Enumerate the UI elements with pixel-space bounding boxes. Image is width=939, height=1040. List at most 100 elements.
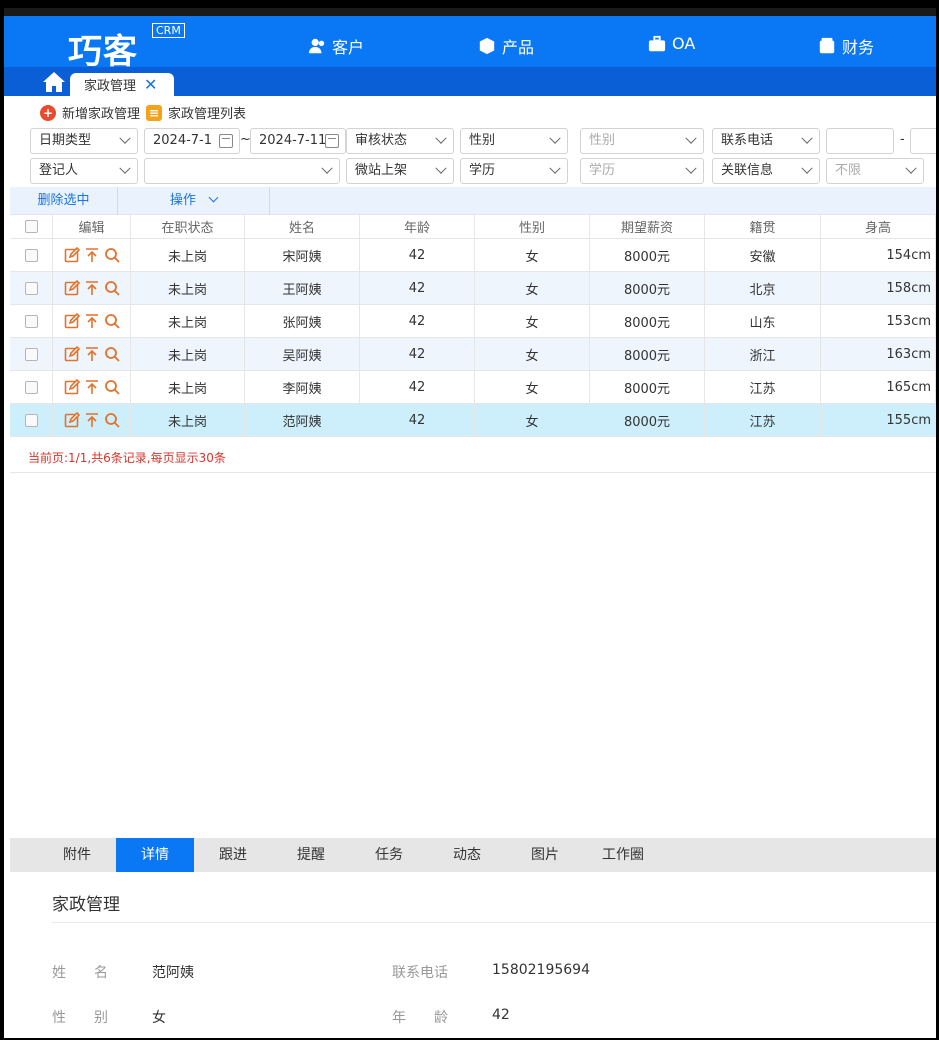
cell-status: 未上岗 [131,272,245,304]
pin-top-icon[interactable] [84,247,100,263]
related-info-select[interactable]: 关联信息 [712,158,820,184]
registrant-value-select[interactable] [144,158,340,184]
cell-height: 155cm [821,404,936,436]
range-from-input[interactable] [826,128,894,154]
search-icon[interactable] [104,313,120,329]
unlimited-select[interactable]: 不限 [826,158,924,184]
cell-status: 未上岗 [131,338,245,370]
tab-household-management[interactable]: 家政管理 ✕ [70,73,174,96]
table-row[interactable]: 未上岗 吴阿姨 42 女 8000元 浙江 163cm [10,338,936,371]
calendar-icon [325,134,339,148]
cell-height: 165cm [821,371,936,403]
registrant-select[interactable]: 登记人 [30,158,138,184]
table-header-row: 编辑 在职状态 姓名 年龄 性别 期望薪资 籍贯 身高 [10,215,936,239]
edit-icon[interactable] [64,378,80,395]
column-header: 编辑 [53,215,131,238]
row-actions-cell [53,272,131,304]
education-select-2[interactable]: 学历 [580,158,704,184]
wallet-icon [819,37,835,54]
row-actions-cell [53,338,131,370]
detail-value-gender: 女 [152,1010,166,1026]
chevron-down-icon [549,132,561,144]
search-icon[interactable] [104,379,120,395]
edit-icon[interactable] [64,312,80,329]
add-household-button[interactable]: 新增家政管理 [62,103,140,122]
detail-title: 家政管理 [52,895,120,915]
tab-bar: 家政管理 ✕ [4,67,936,96]
detail-label-age: 年 龄 [392,1010,448,1026]
edit-icon[interactable] [64,246,80,263]
wechat-listing-select[interactable]: 微站上架 [346,158,454,184]
delete-selected-button[interactable]: 删除选中 [10,187,118,215]
detail-tab[interactable]: 任务 [350,838,428,872]
detail-label-phone: 联系电话 [392,965,448,981]
date-type-value: 日期类型 [39,133,92,148]
gender-select[interactable]: 性别 [460,128,568,154]
row-actions-cell [53,239,131,271]
briefcase-icon [648,35,666,51]
nav-finance[interactable]: 财务 [818,34,874,58]
cell-age: 42 [360,404,475,436]
phone-select[interactable]: 联系电话 [712,128,820,154]
app-logo[interactable]: 巧客 [68,24,138,73]
edit-icon[interactable] [64,279,80,296]
registrant-label: 登记人 [39,163,79,178]
chevron-down-icon [801,132,813,144]
nav-product[interactable]: 产品 [478,34,534,58]
cell-origin: 江苏 [705,404,821,436]
gender-value: 性别 [469,133,496,148]
audit-status-select[interactable]: 审核状态 [346,128,454,154]
date-from-input[interactable]: 2024-7-1 [144,128,240,154]
pin-top-icon[interactable] [84,313,100,329]
cell-gender: 女 [475,338,590,370]
close-icon[interactable]: ✕ [144,75,157,94]
row-checkbox[interactable] [24,248,38,262]
pin-top-icon[interactable] [84,412,100,428]
education-select[interactable]: 学历 [460,158,568,184]
date-to-input[interactable]: 2024-7-11 [250,128,346,154]
table-row[interactable]: 未上岗 张阿姨 42 女 8000元 山东 153cm [10,305,936,338]
pin-top-icon[interactable] [84,379,100,395]
search-icon[interactable] [104,346,120,362]
column-header: 性别 [475,215,590,238]
detail-tab[interactable]: 跟进 [194,838,272,872]
range-to-input[interactable] [910,128,936,154]
table-row[interactable]: 未上岗 宋阿姨 42 女 8000元 安徽 154cm [10,239,936,272]
edit-icon[interactable] [64,345,80,362]
table-row[interactable]: 未上岗 李阿姨 42 女 8000元 江苏 165cm [10,371,936,404]
detail-tab[interactable]: 图片 [506,838,584,872]
search-icon[interactable] [104,280,120,296]
row-checkbox[interactable] [24,281,38,295]
nav-oa[interactable]: OA [648,34,695,53]
row-checkbox[interactable] [24,314,38,328]
nav-customer[interactable]: 客户 [308,34,364,58]
edit-icon[interactable] [64,411,80,428]
detail-tab[interactable]: 附件 [38,838,116,872]
nav-product-label: 产品 [502,38,535,57]
pin-top-icon[interactable] [84,280,100,296]
search-icon[interactable] [104,412,120,428]
home-icon[interactable] [42,71,66,93]
pin-top-icon[interactable] [84,346,100,362]
cell-age: 42 [360,338,475,370]
detail-tab[interactable]: 提醒 [272,838,350,872]
operations-dropdown[interactable]: 操作 [118,187,270,215]
row-checkbox[interactable] [24,413,38,427]
row-actions-cell [53,305,131,337]
search-icon[interactable] [104,247,120,263]
list-icon: ≡ [146,104,163,121]
detail-tab[interactable]: 工作圈 [584,838,662,872]
table-row[interactable]: 未上岗 范阿姨 42 女 8000元 江苏 155cm [10,404,936,437]
gender-select-2[interactable]: 性别 [580,128,704,154]
chevron-down-icon [549,162,561,174]
top-nav-bar: 巧客 CRM 客户 产品 OA 财务 [4,8,936,72]
table-row[interactable]: 未上岗 王阿姨 42 女 8000元 北京 158cm [10,272,936,305]
detail-tab[interactable]: 详情 [116,838,194,872]
select-all-checkbox[interactable] [24,220,38,233]
row-checkbox[interactable] [24,347,38,361]
date-type-select[interactable]: 日期类型 [30,128,138,154]
household-list-button[interactable]: 家政管理列表 [168,103,246,122]
header-select-all-cell [10,215,53,238]
detail-tab[interactable]: 动态 [428,838,506,872]
row-checkbox[interactable] [24,380,38,394]
